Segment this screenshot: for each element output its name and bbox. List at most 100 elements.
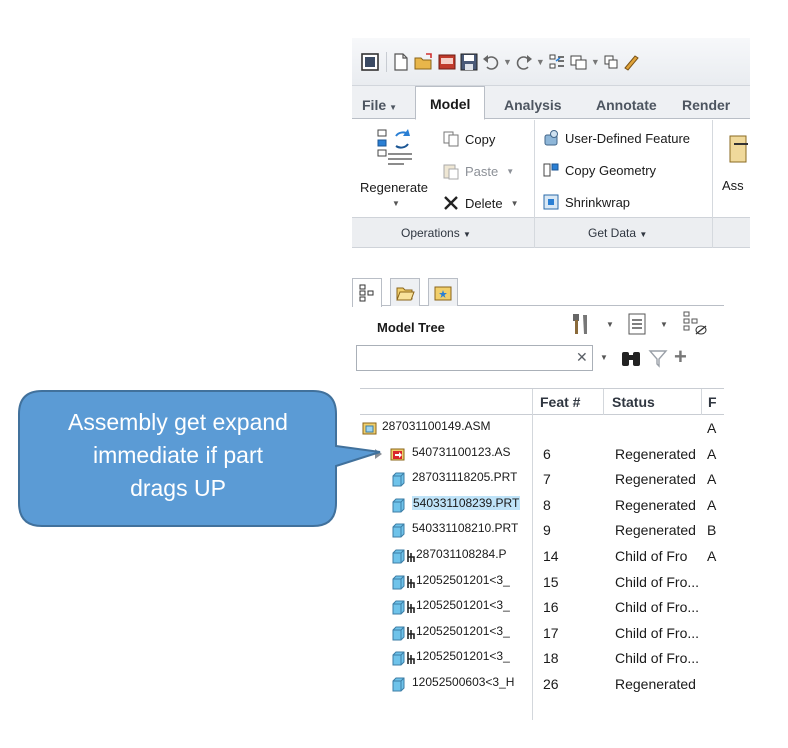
- delete-icon: [444, 196, 458, 210]
- copy-geometry-label: Copy Geometry: [565, 162, 657, 178]
- row-feat-number: 6: [543, 445, 551, 462]
- regenerate-icon: [377, 129, 412, 165]
- tab-folder-browser[interactable]: [390, 278, 420, 306]
- table-row[interactable]: 540731100123.AS 6 Regenerated A: [360, 442, 724, 468]
- plus-icon[interactable]: +: [674, 344, 687, 370]
- assembly-icon: [362, 421, 377, 436]
- new-file-icon[interactable]: [391, 51, 411, 73]
- copy-button[interactable]: Copy: [442, 130, 495, 148]
- delete-button[interactable]: Delete ▼: [442, 194, 519, 212]
- paste-button[interactable]: Paste ▼: [442, 162, 514, 180]
- tab-render[interactable]: Render: [676, 94, 736, 119]
- search-input[interactable]: [356, 345, 593, 371]
- show-list-icon[interactable]: [626, 312, 648, 339]
- row-status: Regenerated: [615, 445, 696, 462]
- tab-analysis[interactable]: Analysis: [498, 94, 568, 119]
- table-row[interactable]: 287031108284.P 14 Child of Fro A: [360, 544, 724, 570]
- row-extra: A: [707, 471, 717, 488]
- operations-group-menu[interactable]: Operations ▼: [401, 226, 471, 240]
- tab-file-label: File: [362, 97, 387, 113]
- tab-model-tree[interactable]: [352, 278, 382, 307]
- row-status: Child of Fro...: [615, 624, 700, 641]
- redo-dropdown-icon[interactable]: ▼: [536, 51, 545, 73]
- filter-icon[interactable]: [648, 348, 668, 371]
- part-icon: [390, 600, 405, 615]
- table-row[interactable]: 12052501201<3_ 16 Child of Fro...: [360, 595, 724, 621]
- table-row[interactable]: 287031100149.ASM A: [360, 416, 724, 442]
- copy-icon: [443, 131, 459, 147]
- regenerate-button[interactable]: Regenerate ▼: [354, 122, 440, 212]
- row-status: Regenerated: [615, 496, 696, 513]
- settings-tools-icon[interactable]: [570, 312, 592, 339]
- table-row[interactable]: 287031118205.PRT 7 Regenerated A: [360, 467, 724, 493]
- tab-model[interactable]: Model: [415, 86, 486, 120]
- shrinkwrap-label: Shrinkwrap: [565, 194, 631, 210]
- assemble-label: Ass: [722, 178, 744, 193]
- row-extra: B: [707, 522, 717, 539]
- row-extra: A: [707, 548, 717, 564]
- part-icon: [390, 472, 405, 487]
- assemble-button[interactable]: Ass: [720, 128, 750, 212]
- assemble-icon: [729, 135, 748, 163]
- row-name: 12052501201<3_: [416, 572, 510, 587]
- save-icon[interactable]: [459, 51, 479, 73]
- chevron-down-icon[interactable]: ▼: [660, 320, 668, 329]
- row-name: 12052501201<3_: [416, 649, 510, 664]
- window-icon[interactable]: [360, 51, 380, 73]
- table-row[interactable]: 540331108210.PRT 9 Regenerated B: [360, 518, 724, 544]
- chevron-down-icon: ▼: [639, 230, 648, 239]
- redo-icon[interactable]: [514, 51, 534, 73]
- column-header-extra[interactable]: F: [708, 394, 717, 410]
- tree-filter-icon[interactable]: [682, 310, 708, 339]
- paste-label: Paste: [465, 163, 499, 179]
- table-row[interactable]: 12052501201<3_ 15 Child of Fro...: [360, 570, 724, 596]
- undo-icon[interactable]: [481, 51, 501, 73]
- chevron-down-icon[interactable]: ▼: [600, 353, 608, 362]
- pen-icon[interactable]: [622, 51, 640, 73]
- row-name: 540331108210.PRT: [412, 521, 519, 536]
- close-icon[interactable]: ✕: [576, 349, 588, 366]
- row-feat-number: 8: [543, 496, 551, 513]
- ribbon-panel: Regenerate ▼ Copy Paste ▼ Delete ▼ User-…: [352, 120, 750, 248]
- row-feat-number: 9: [543, 522, 551, 539]
- expand-arrow-icon[interactable]: [375, 448, 382, 459]
- flexible-model-icon[interactable]: [437, 51, 457, 73]
- row-feat-number: 14: [543, 548, 559, 564]
- table-row[interactable]: 12052501201<3_ 18 Child of Fro...: [360, 646, 724, 672]
- binoculars-icon[interactable]: [620, 347, 642, 372]
- open-folder-icon[interactable]: [413, 51, 435, 73]
- ribbon-group-labels: Operations ▼ Get Data ▼: [352, 218, 750, 248]
- column-header-status[interactable]: Status: [612, 394, 655, 410]
- copy-geometry-button[interactable]: Copy Geometry: [542, 161, 656, 179]
- row-name: 12052501201<3_: [416, 623, 510, 638]
- tab-file[interactable]: File ▼: [356, 94, 403, 119]
- row-name: 287031108284.P: [416, 547, 507, 561]
- chevron-down-icon[interactable]: ▼: [606, 320, 614, 329]
- get-data-group-menu[interactable]: Get Data ▼: [588, 226, 647, 240]
- user-defined-feature-icon: [544, 130, 558, 146]
- part-icon: [390, 575, 405, 590]
- table-row[interactable]: 12052500603<3_H 26 Regenerated: [360, 672, 724, 698]
- windows-dropdown-icon[interactable]: ▼: [591, 51, 600, 73]
- column-header-feat[interactable]: Feat #: [540, 394, 580, 410]
- tab-annotate[interactable]: Annotate: [590, 94, 663, 119]
- model-tree-header: Model Tree ▼ ▼: [352, 306, 724, 344]
- table-row[interactable]: 540331108239.PRT 8 Regenerated A: [360, 493, 724, 519]
- user-defined-feature-button[interactable]: User-Defined Feature: [542, 129, 690, 147]
- close-window-icon[interactable]: [602, 51, 620, 73]
- quick-access-toolbar: ▼ ▼ ▼: [352, 38, 750, 86]
- row-status: Child of Fro...: [615, 573, 700, 590]
- undo-dropdown-icon[interactable]: ▼: [503, 51, 512, 73]
- part-icon: [390, 626, 405, 641]
- tab-favorites[interactable]: [428, 278, 458, 306]
- windows-icon[interactable]: [569, 51, 589, 73]
- creo-window: ▼ ▼ ▼ File ▼ Model Analysis Annotate Rend…: [352, 38, 750, 720]
- row-name: 540731100123.AS: [412, 444, 511, 459]
- child-link-icon: [406, 600, 416, 617]
- navigator-panel: Model Tree ▼ ▼ ✕ ▼ + Feat # Status F 287…: [352, 248, 724, 720]
- regenerate-small-icon[interactable]: [547, 51, 567, 73]
- shrinkwrap-button[interactable]: Shrinkwrap: [542, 193, 630, 211]
- folder-browser-icon: [396, 287, 415, 300]
- table-row[interactable]: 12052501201<3_ 17 Child of Fro...: [360, 621, 724, 647]
- callout-line: Assembly get expand: [68, 409, 288, 435]
